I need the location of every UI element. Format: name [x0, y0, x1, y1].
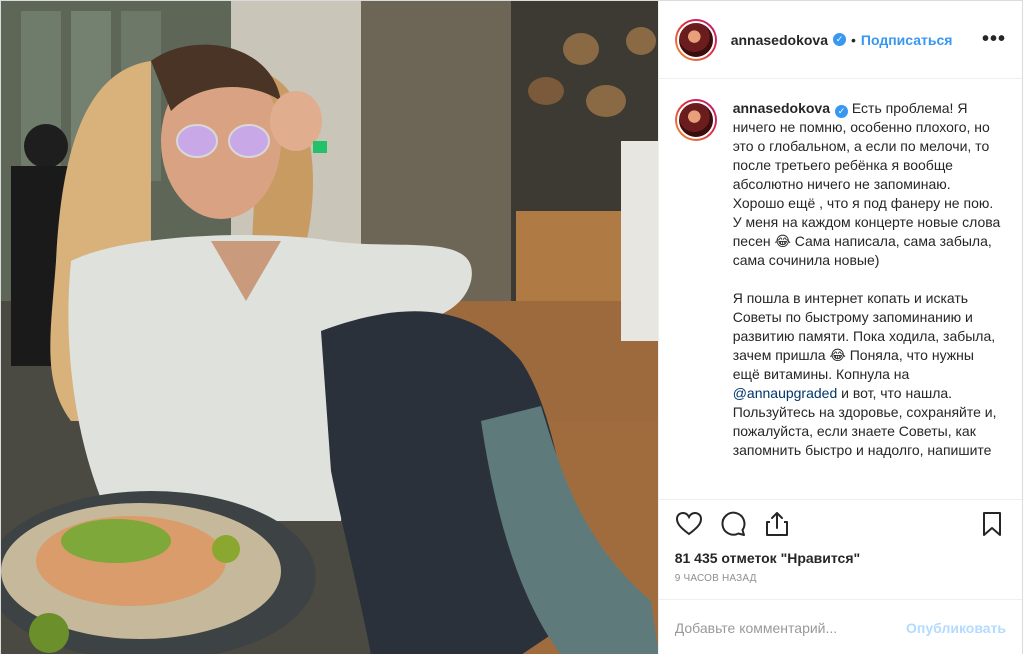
author-avatar[interactable] [674, 18, 717, 61]
caption-paragraph-1: annasedokova ✓ Есть проблема! Я ничего не… [733, 99, 1003, 270]
comments-area[interactable]: annasedokova ✓ Есть проблема! Я ничего не… [659, 79, 1022, 499]
bookmark-icon[interactable] [978, 510, 1006, 538]
caption-author-avatar[interactable] [674, 99, 717, 141]
more-options-icon[interactable]: ••• [982, 28, 1006, 51]
add-comment-bar: Опубликовать [658, 599, 1022, 654]
post-header: annasedokova ✓ • Подписаться ••• [658, 1, 1022, 79]
caption-author-avatar-image [676, 101, 715, 139]
post-sidebar: annasedokova ✓ • Подписаться ••• annased… [657, 1, 1022, 654]
caption-mention-link[interactable]: @annaupgraded [733, 385, 838, 401]
post-photo[interactable] [1, 1, 658, 654]
verified-badge-icon: ✓ [832, 33, 846, 46]
caption-text-1: Есть проблема! Я ничего не помню, особен… [732, 100, 1001, 268]
action-bar [658, 499, 1022, 547]
caption-paragraph-2: Я пошла в интернет копать и искать Совет… [733, 289, 1003, 460]
caption-username[interactable]: annasedokova [733, 100, 830, 116]
author-username[interactable]: annasedokova [731, 32, 828, 48]
publish-button[interactable]: Опубликовать [906, 620, 1006, 636]
post-photo-illustration [1, 1, 658, 654]
caption-text-2-before: Я пошла в интернет копать и искать Совет… [732, 290, 996, 382]
author-avatar-image [676, 20, 715, 59]
post-timestamp: 9 ЧАСОВ НАЗАД [674, 573, 757, 584]
verified-badge-icon: ✓ [834, 105, 848, 118]
likes-count[interactable]: 81 435 отметок "Нравится" [659, 547, 1022, 569]
comment-input[interactable] [674, 619, 907, 636]
heart-icon[interactable] [675, 510, 703, 538]
comment-icon[interactable] [719, 510, 747, 538]
post-caption: annasedokova ✓ Есть проблема! Я ничего не… [733, 99, 1003, 499]
share-icon[interactable] [763, 510, 791, 538]
post-container: annasedokova ✓ • Подписаться ••• annased… [0, 0, 1023, 654]
separator-dot: • [850, 31, 856, 48]
follow-button[interactable]: Подписаться [861, 32, 953, 48]
